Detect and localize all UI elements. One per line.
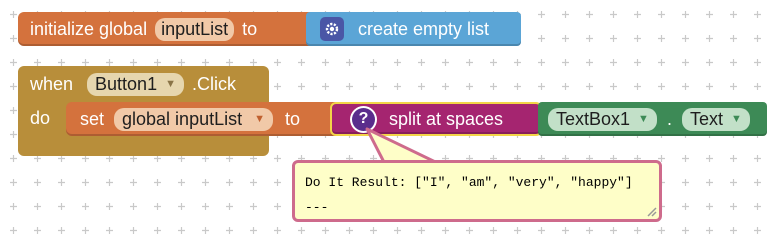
set-label: set <box>80 108 105 129</box>
global-variable-name-field[interactable]: inputList <box>155 17 235 41</box>
initialize-global-block[interactable]: initialize global inputList to <box>18 12 318 46</box>
initialize-to-label: to <box>242 18 258 39</box>
do-label: do <box>30 108 51 128</box>
text-property-dropdown[interactable]: Text ▼ <box>681 107 750 131</box>
dot-separator: . <box>666 108 672 129</box>
result-text: Do It Result: ["I", "am", "very", "happy… <box>305 175 633 190</box>
dropdown-arrow-icon: ▼ <box>165 78 176 90</box>
set-global-block[interactable]: set global inputList ▼ to <box>66 102 346 136</box>
variable-dropdown[interactable]: global inputList ▼ <box>114 107 273 131</box>
create-empty-list-block[interactable]: create empty list <box>306 12 521 46</box>
gear-icon-glyph <box>325 22 339 36</box>
do-it-result-bubble[interactable]: Do It Result: ["I", "am", "very", "happy… <box>292 160 662 222</box>
dropdown-arrow-icon: ▼ <box>730 113 742 125</box>
dropdown-arrow-icon: ▼ <box>254 113 265 125</box>
event-header: when Button1 ▼ .Click <box>18 66 269 102</box>
textbox-text-block[interactable]: TextBox1 ▼ . Text ▼ <box>538 102 767 136</box>
dropdown-arrow-icon: ▼ <box>638 113 649 125</box>
initialize-global-label: initialize global <box>30 18 148 39</box>
event-name-label: .Click <box>191 73 236 94</box>
gear-icon[interactable] <box>320 17 344 41</box>
resize-grip-icon[interactable] <box>645 205 657 217</box>
create-empty-list-label: create empty list <box>358 18 490 39</box>
when-label: when <box>30 73 74 94</box>
component-dropdown[interactable]: Button1 ▼ <box>87 72 184 96</box>
set-to-label: to <box>285 108 301 129</box>
textbox-component-dropdown[interactable]: TextBox1 ▼ <box>548 107 657 131</box>
result-separator: --- <box>305 200 329 215</box>
